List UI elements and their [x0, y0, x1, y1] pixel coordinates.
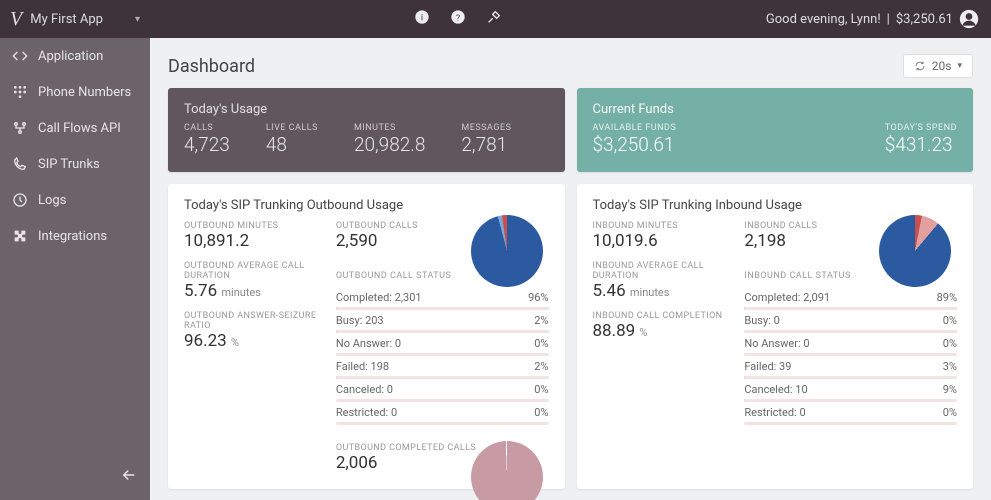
dialpad-icon	[12, 84, 28, 100]
sip-icon	[12, 156, 28, 172]
status-row: Busy: 00%	[744, 310, 957, 333]
sidebar-collapse[interactable]	[0, 454, 150, 500]
separator: |	[887, 12, 890, 27]
inbound-usage-card: Today's SIP Trunking Inbound Usage INBOU…	[577, 184, 974, 489]
balance-text: $3,250.61	[896, 12, 953, 27]
main-content: Dashboard 20s ▾ Today's Usage CALLS4,723…	[150, 38, 991, 500]
gavel-icon[interactable]	[486, 9, 502, 29]
sidebar-item-application[interactable]: Application	[0, 38, 150, 74]
status-row: No Answer: 00%	[336, 333, 549, 356]
sidebar: Application Phone Numbers Call Flows API…	[0, 38, 150, 500]
status-row: Busy: 2032%	[336, 310, 549, 333]
topbar: V My First App ▾ i ? Good evening, Lynn!…	[0, 0, 991, 38]
info-icon[interactable]: i	[414, 9, 430, 29]
page-title: Dashboard	[168, 56, 255, 77]
status-row: Canceled: 109%	[744, 379, 957, 402]
outbound-completed-pie	[471, 441, 543, 500]
account-icon[interactable]	[959, 9, 979, 29]
status-row: Completed: 2,30196%	[336, 287, 549, 310]
status-row: No Answer: 00%	[744, 333, 957, 356]
card-title: Today's SIP Trunking Inbound Usage	[593, 198, 958, 213]
refresh-label: 20s	[932, 59, 952, 73]
current-funds-tile: Current Funds AVAILABLE FUNDS$3,250.61 T…	[577, 88, 974, 172]
sidebar-item-integrations[interactable]: Integrations	[0, 218, 150, 254]
sidebar-item-sip-trunks[interactable]: SIP Trunks	[0, 146, 150, 182]
chevron-down-icon: ▾	[957, 61, 962, 71]
status-row: Completed: 2,09189%	[744, 287, 957, 310]
inbound-pie-chart	[879, 215, 951, 287]
app-switcher[interactable]: V My First App ▾	[0, 8, 150, 31]
status-row: Canceled: 00%	[336, 379, 549, 402]
sidebar-item-phone-numbers[interactable]: Phone Numbers	[0, 74, 150, 110]
code-icon	[12, 48, 28, 64]
help-icon[interactable]: ?	[450, 9, 466, 29]
topbar-center: i ?	[150, 9, 766, 29]
outbound-usage-card: Today's SIP Trunking Outbound Usage OUTB…	[168, 184, 565, 489]
refresh-icon	[914, 60, 926, 72]
refresh-dropdown[interactable]: 20s ▾	[903, 54, 973, 78]
chevron-down-icon: ▾	[135, 14, 140, 25]
puzzle-icon	[12, 228, 28, 244]
status-row: Restricted: 00%	[744, 402, 957, 425]
tile-title: Today's Usage	[184, 102, 549, 117]
svg-text:i: i	[421, 12, 423, 23]
status-row: Failed: 393%	[744, 356, 957, 379]
sidebar-item-label: Phone Numbers	[38, 85, 131, 100]
status-row: Restricted: 00%	[336, 402, 549, 425]
history-icon	[12, 192, 28, 208]
todays-usage-tile: Today's Usage CALLS4,723 LIVE CALLS48 MI…	[168, 88, 565, 172]
topbar-right: Good evening, Lynn! | $3,250.61	[766, 9, 991, 29]
sidebar-item-label: Application	[38, 49, 103, 64]
svg-text:?: ?	[456, 13, 460, 23]
sidebar-item-logs[interactable]: Logs	[0, 182, 150, 218]
status-row: Failed: 1982%	[336, 356, 549, 379]
card-title: Today's SIP Trunking Outbound Usage	[184, 198, 549, 213]
greeting-text: Good evening, Lynn!	[766, 12, 881, 27]
outbound-pie-chart	[471, 215, 543, 287]
app-name: My First App	[30, 12, 103, 27]
branch-icon	[12, 120, 28, 136]
arrow-left-icon	[120, 466, 138, 484]
brand-logo: V	[10, 8, 22, 31]
sidebar-item-label: Integrations	[38, 229, 107, 244]
sidebar-item-label: Call Flows API	[38, 121, 121, 136]
sidebar-item-label: Logs	[38, 193, 66, 208]
sidebar-item-label: SIP Trunks	[38, 157, 100, 172]
tile-title: Current Funds	[593, 102, 958, 117]
sidebar-item-call-flows[interactable]: Call Flows API	[0, 110, 150, 146]
